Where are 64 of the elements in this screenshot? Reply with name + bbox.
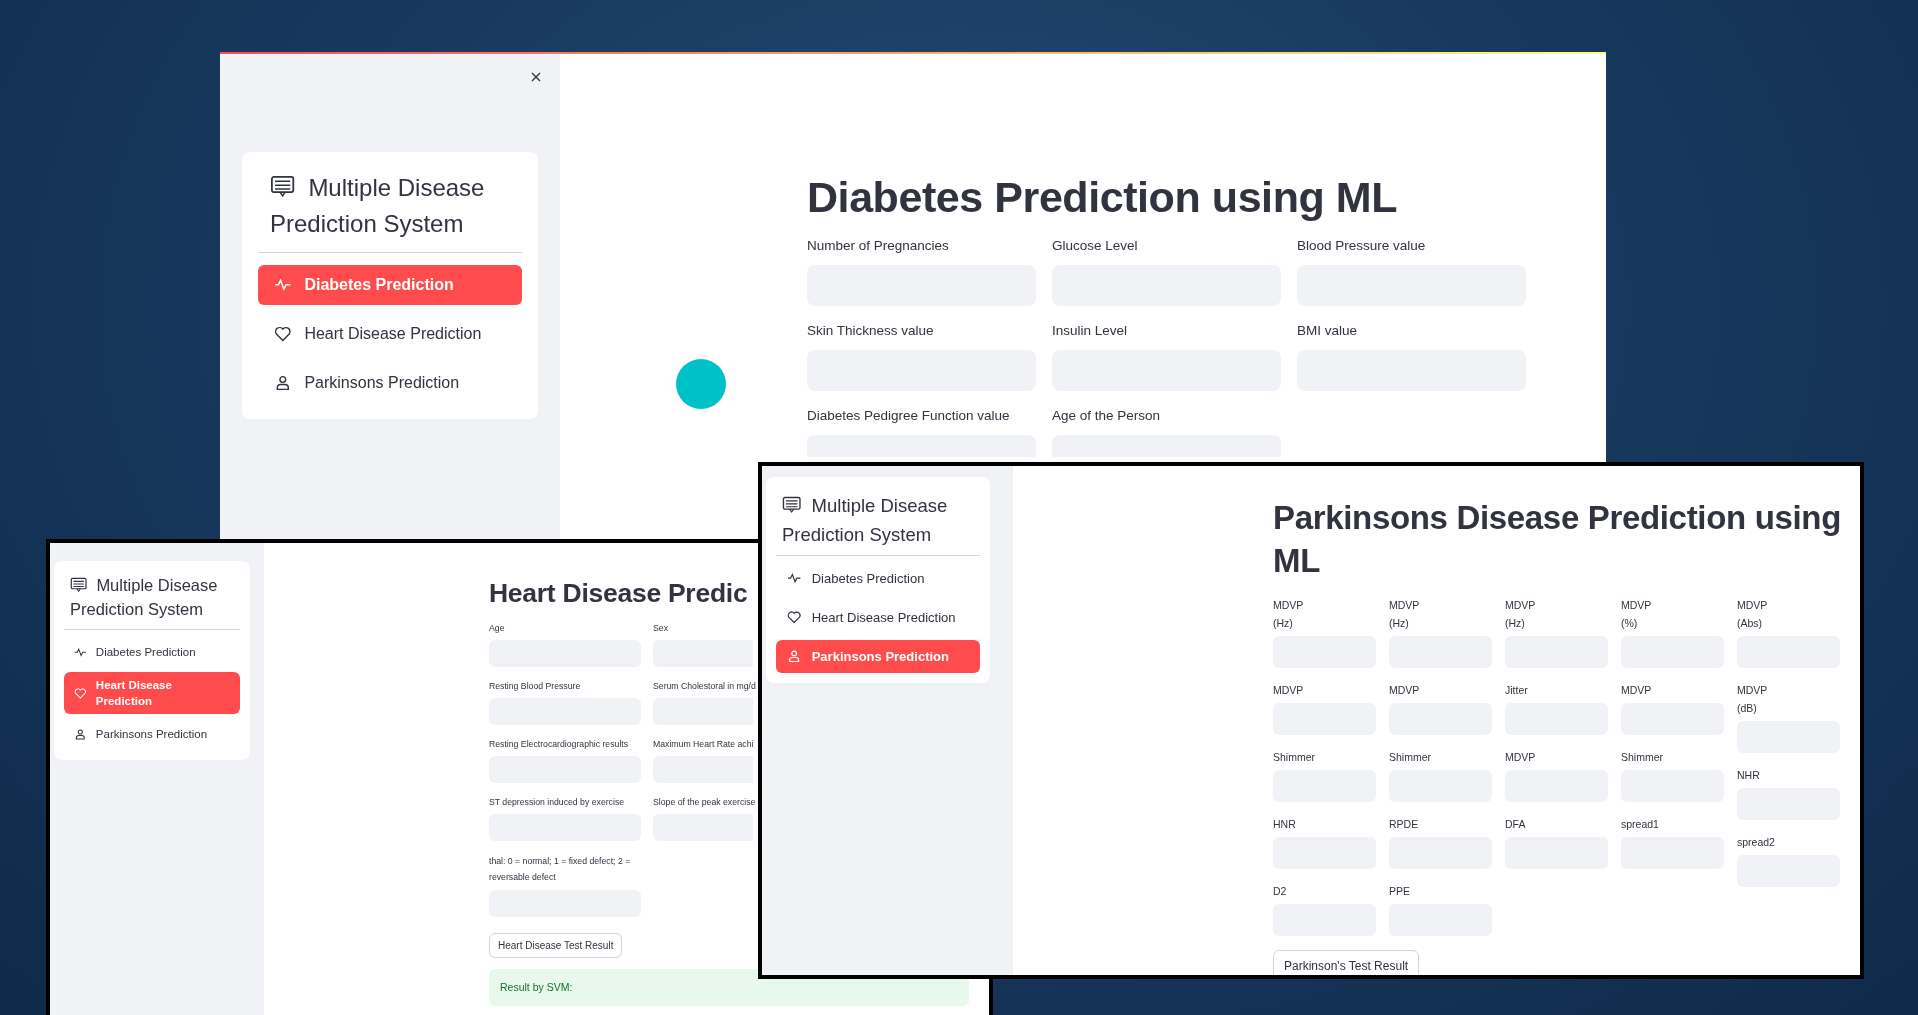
menu-title: Multiple Disease Prediction System — [69, 575, 219, 620]
heart-icon — [787, 610, 802, 625]
submit-button[interactable]: Parkinson's Test Result — [1273, 950, 1420, 975]
field-label: Slope of the peak exercise — [653, 796, 753, 809]
heart-icon — [74, 686, 87, 700]
field-label: Diabetes Pedigree Function value — [807, 407, 1011, 425]
menu-title: Multiple Disease Prediction System — [269, 173, 486, 239]
field-label: ST depression induced by exercise — [489, 796, 626, 809]
field-label: MDVP (Hz) — [1389, 598, 1421, 631]
person-icon — [74, 727, 87, 741]
field-label: PPE — [1389, 884, 1411, 899]
field-label: MDVP (dB) — [1737, 683, 1769, 716]
field-label: Resting Electrocardiographic results — [489, 738, 630, 751]
field-label: spread2 — [1737, 835, 1776, 850]
field-label: spread1 — [1621, 817, 1660, 832]
field-label: Maximum Heart Rate achi — [653, 738, 753, 751]
field-label: Blood Pressure value — [1297, 237, 1427, 255]
field-label: BMI value — [1297, 322, 1359, 340]
field-label: Age of the Person — [1052, 407, 1162, 425]
nav-item[interactable]: Heart Disease Prediction — [776, 601, 980, 634]
page-title: Diabetes Prediction using ML — [807, 172, 1398, 223]
menu-title: Multiple Disease Prediction System — [781, 494, 949, 547]
field-label: MDVP — [1273, 683, 1305, 698]
field-label: MDVP (%) — [1621, 598, 1653, 631]
field-label: thal: 0 = normal; 1 = fixed defect; 2 = reversable defect — [489, 855, 632, 884]
field-label: HNR — [1273, 817, 1297, 832]
field-label: MDVP — [1505, 750, 1537, 765]
nav-item[interactable]: Heart Disease Prediction — [258, 314, 522, 354]
field-label: Sex — [653, 622, 669, 635]
list-icon — [782, 496, 802, 514]
field-label: MDVP (Abs) — [1737, 598, 1769, 631]
nav-item[interactable]: Diabetes Prediction — [776, 562, 980, 595]
nav-item[interactable]: Diabetes Prediction — [64, 636, 240, 668]
page-title: Parkinsons Disease Prediction using ML — [1273, 498, 1842, 581]
field-label: Number of Pregnancies — [807, 237, 950, 255]
nav-item[interactable]: Parkinsons Prediction — [258, 363, 522, 403]
field-label: Jitter — [1505, 683, 1529, 698]
field-label: RPDE — [1389, 817, 1420, 832]
field-label: Skin Thickness value — [807, 322, 935, 340]
field-label: Insulin Level — [1052, 322, 1129, 340]
person-icon — [787, 649, 802, 664]
field-label: NHR — [1737, 768, 1761, 783]
list-icon — [70, 577, 88, 593]
field-label: Resting Blood Pressure — [489, 680, 582, 693]
field-label: MDVP (Hz) — [1273, 598, 1305, 631]
submit-button[interactable]: Heart Disease Test Result — [489, 933, 623, 958]
result-text: Result by SVM: — [500, 981, 573, 993]
field-label: MDVP — [1389, 683, 1421, 698]
list-icon — [270, 175, 296, 198]
field-label: D2 — [1273, 884, 1288, 899]
pulse-icon — [74, 645, 87, 659]
person-icon — [274, 374, 292, 392]
field-label: DFA — [1505, 817, 1527, 832]
field-label: Glucose Level — [1052, 237, 1139, 255]
field-label: Shimmer — [1273, 750, 1316, 765]
heart-icon — [274, 325, 292, 343]
field-label: MDVP (Hz) — [1505, 598, 1537, 631]
page-title: Heart Disease Predic — [489, 577, 748, 610]
field-label: Age — [489, 622, 506, 635]
close-icon[interactable] — [530, 71, 542, 83]
field-label: Shimmer — [1389, 750, 1432, 765]
field-label: MDVP — [1621, 683, 1653, 698]
nav-item[interactable]: Parkinsons Prediction — [64, 718, 240, 750]
field-label: Shimmer — [1621, 750, 1664, 765]
